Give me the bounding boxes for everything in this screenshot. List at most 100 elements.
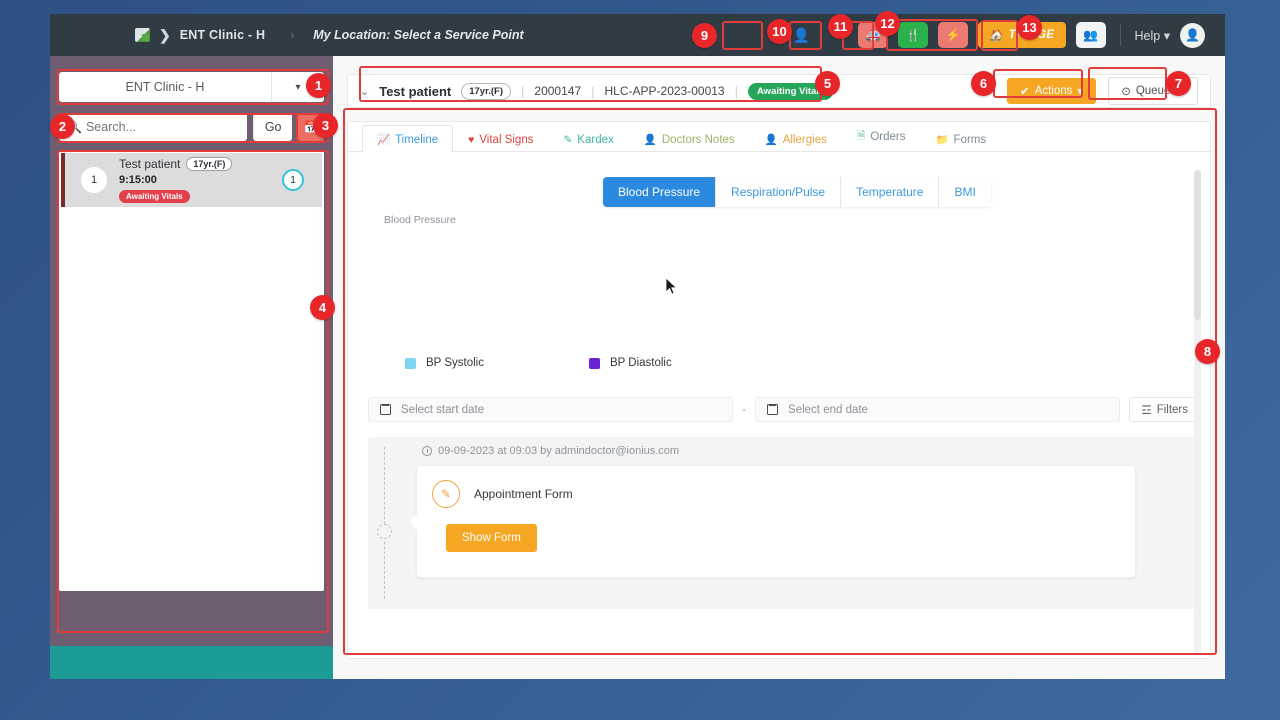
tab-label: Timeline: [395, 133, 439, 146]
legend-label: BP Diastolic: [609, 357, 672, 369]
separator: |: [591, 83, 595, 99]
content-panel: 📈 Timeline ♥ Vital Signs ✎ Kardex 👤 Doct…: [347, 121, 1211, 659]
main-content: ⌄ Test patient 17yr.(F) | 2000147 | HLC-…: [333, 56, 1225, 679]
tab-forms[interactable]: 📁 Forms: [920, 125, 1001, 152]
avatar[interactable]: 👤: [1180, 22, 1205, 48]
tab-allergies[interactable]: 👤 Allergies: [750, 125, 842, 152]
screen-root: ❯ ENT Clinic - H › My Location: Select a…: [0, 0, 1280, 720]
patient-header: ⌄ Test patient 17yr.(F) | 2000147 | HLC-…: [347, 74, 1211, 108]
end-date-placeholder: Select end date: [788, 403, 868, 416]
start-date-placeholder: Select start date: [401, 403, 485, 416]
form-edit-icon: ✎: [432, 480, 460, 508]
patient-visit-count: 1: [282, 169, 304, 191]
actions-button[interactable]: ✔ Actions ▾: [1007, 78, 1097, 104]
clinic-logo-icon: [135, 28, 150, 42]
sliders-icon: ☲: [1141, 404, 1152, 417]
annotation-badge-13: 13: [1017, 15, 1042, 40]
queue-button-label: Queue: [1135, 85, 1171, 97]
annotation-badge-4: 4: [310, 295, 335, 320]
top-navbar: ❯ ENT Clinic - H › My Location: Select a…: [50, 14, 1225, 56]
list-item[interactable]: 1 Test patient 17yr.(F) 9:15:00 Awaiting…: [61, 153, 322, 207]
tab-vital-signs[interactable]: ♥ Vital Signs: [453, 126, 548, 152]
tab-orders[interactable]: 🗎 Orders: [842, 122, 921, 152]
timeline-node-marker: [377, 524, 392, 539]
chart-legend: BP Systolic BP Diastolic: [405, 357, 672, 369]
scrollbar-thumb[interactable]: [1194, 170, 1201, 320]
show-form-button[interactable]: Show Form: [446, 524, 537, 552]
help-label: Help: [1134, 28, 1161, 43]
navbar-location-label[interactable]: My Location: Select a Service Point: [313, 28, 523, 42]
vitals-segmented-control: Blood Pressure Respiration/Pulse Tempera…: [603, 177, 991, 207]
clinic-select-dropdown[interactable]: ENT Clinic - H ▾: [59, 72, 324, 102]
tab-timeline[interactable]: 📈 Timeline: [362, 125, 454, 152]
segment-respiration-pulse[interactable]: Respiration/Pulse: [716, 177, 842, 207]
search-go-button[interactable]: Go: [252, 113, 293, 141]
annotation-badge-6: 6: [971, 71, 996, 96]
edit-icon: ✎: [563, 134, 573, 146]
chevron-right-icon: ❯: [159, 26, 171, 43]
annotation-badge-7: 7: [1166, 71, 1191, 96]
search-input[interactable]: [85, 120, 247, 134]
people-group-icon: 👥: [1083, 28, 1098, 42]
timeline-form-name: Appointment Form: [474, 487, 573, 501]
user-icon: 👤: [792, 26, 810, 43]
legend-item[interactable]: BP Diastolic: [588, 357, 672, 369]
heartbeat-icon: ♥: [468, 134, 475, 146]
annotation-badge-8: 8: [1195, 339, 1220, 364]
annotation-badge-9: 9: [692, 23, 717, 48]
annotation-badge-12: 12: [875, 11, 900, 36]
folder-icon: 📁: [935, 134, 949, 146]
end-date-field[interactable]: Select end date: [755, 397, 1121, 422]
segment-blood-pressure[interactable]: Blood Pressure: [603, 177, 717, 207]
navbar-clinic-name[interactable]: ENT Clinic - H: [180, 28, 265, 42]
legend-label: BP Systolic: [426, 357, 484, 369]
application-window: ❯ ENT Clinic - H › My Location: Select a…: [50, 14, 1225, 679]
timeline-entry-timestamp: 09-09-2023 at 09:03 by admindoctor@ioniu…: [438, 445, 680, 457]
chevron-down-icon: ▾: [1163, 28, 1170, 43]
search-box[interactable]: 🔍: [59, 113, 247, 141]
calendar-icon: [767, 404, 779, 415]
vertical-scrollbar[interactable]: [1194, 170, 1201, 655]
tab-label: Vital Signs: [479, 134, 534, 146]
patient-list[interactable]: 1 Test patient 17yr.(F) 9:15:00 Awaiting…: [59, 151, 324, 591]
timeline-entry-header: ✎ Appointment Form: [417, 466, 1135, 508]
segment-temperature[interactable]: Temperature: [841, 177, 940, 207]
patient-queue-number: 1: [81, 167, 107, 193]
tab-bar: 📈 Timeline ♥ Vital Signs ✎ Kardex 👤 Doct…: [348, 122, 1210, 152]
annotation-badge-10: 10: [767, 19, 792, 44]
legend-item[interactable]: BP Systolic: [405, 357, 484, 369]
segment-bmi[interactable]: BMI: [939, 177, 991, 207]
bolt-icon: ⚡: [945, 28, 961, 42]
utensils-icon-button[interactable]: 🍴: [897, 22, 928, 48]
user-avatar-icon: 👤: [1185, 28, 1200, 42]
patient-time: 9:15:00: [119, 173, 157, 186]
calendar-icon: [380, 404, 391, 415]
people-icon-button[interactable]: 👥: [1075, 22, 1106, 48]
navbar-separator: ›: [290, 28, 295, 42]
check-icon: ✔: [1020, 86, 1030, 98]
tab-label: Orders: [870, 131, 906, 143]
tab-label: Allergies: [782, 133, 827, 146]
bolt-icon-button[interactable]: ⚡: [937, 22, 968, 48]
tab-kardex[interactable]: ✎ Kardex: [548, 126, 628, 152]
timeline-axis: [384, 447, 385, 599]
navbar-right: 👤 🚑 🍴 ⚡ 🏠 TRIAGE 👥: [792, 22, 1225, 48]
tab-doctors-notes[interactable]: 👤 Doctors Notes: [629, 125, 750, 152]
help-menu[interactable]: Help ▾: [1135, 28, 1170, 43]
patient-header-expand-icon[interactable]: ⌄: [360, 85, 369, 98]
annotation-badge-3: 3: [313, 113, 338, 138]
start-date-field[interactable]: Select start date: [368, 397, 734, 422]
utensils-icon: 🍴: [905, 28, 921, 42]
sidebar-search-row: 🔍 Go 📅: [59, 113, 324, 141]
home-icon: 🏠: [988, 30, 1004, 42]
file-icon: 🗎: [856, 130, 866, 142]
annotation-badge-2: 2: [50, 114, 75, 139]
patient-age-sex: 17yr.(F): [461, 82, 512, 100]
timeline-feed: 09-09-2023 at 09:03 by admindoctor@ioniu…: [368, 437, 1200, 609]
filters-button[interactable]: ☲ Filters: [1129, 397, 1201, 422]
patient-name: Test patient: [119, 156, 181, 171]
separator: |: [734, 83, 738, 99]
date-filter-row: Select start date - Select end date ☲ Fi…: [368, 397, 1201, 422]
appointment-id: HLC-APP-2023-00013: [604, 84, 725, 98]
navbar-left: ❯ ENT Clinic - H › My Location: Select a…: [135, 27, 524, 44]
